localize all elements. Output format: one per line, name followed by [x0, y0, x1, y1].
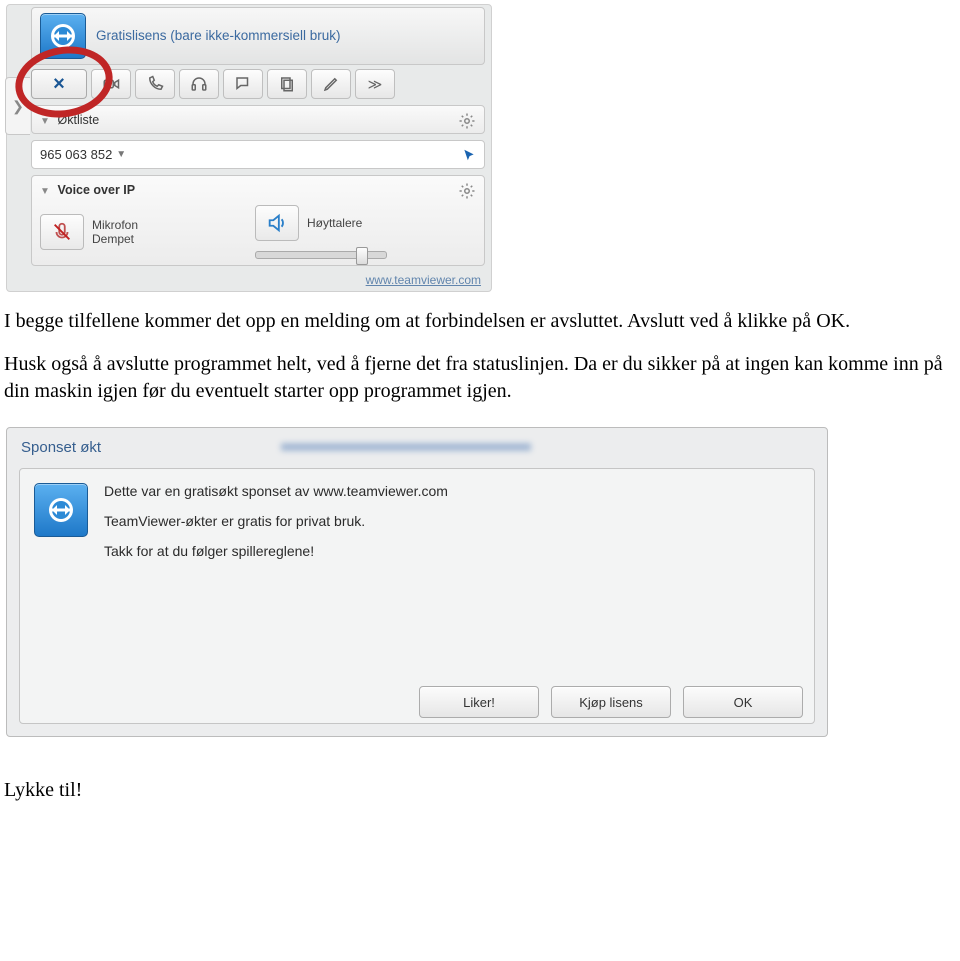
whiteboard-button[interactable] [311, 69, 351, 99]
buy-license-button[interactable]: Kjøp lisens [551, 686, 671, 718]
like-button[interactable]: Liker! [419, 686, 539, 718]
dialog-line-2: TeamViewer-økter er gratis for privat br… [104, 513, 448, 529]
session-toolbar: × [31, 69, 485, 99]
dialog-line-1: Dette var en gratisøkt sponset av www.te… [104, 483, 448, 499]
teamviewer-logo-icon [34, 483, 88, 537]
doc-paragraph-1: I begge tilfellene kommer det opp en mel… [4, 308, 948, 335]
expand-handle[interactable]: ❯ [5, 77, 30, 135]
dialog-header: Sponset økt [7, 428, 827, 462]
license-header-text: Gratislisens (bare ikke-kommersiell bruk… [96, 28, 341, 44]
close-session-button[interactable]: × [31, 69, 87, 99]
more-icon: ≫ [368, 76, 383, 93]
call-button[interactable] [135, 69, 175, 99]
slider-knob[interactable] [356, 247, 368, 265]
video-icon [102, 75, 120, 93]
conference-button[interactable] [179, 69, 219, 99]
gear-icon[interactable] [458, 112, 476, 133]
speaker-label: Høyttalere [307, 216, 362, 230]
mic-label: Mikrofon [92, 218, 138, 232]
speaker-volume-slider[interactable] [255, 251, 387, 259]
pencil-icon [322, 75, 340, 93]
teamviewer-link[interactable]: www.teamviewer.com [366, 273, 481, 287]
ok-button[interactable]: OK [683, 686, 803, 718]
doc-paragraph-2: Husk også å avslutte programmet helt, ve… [4, 351, 948, 405]
filetransfer-button[interactable] [267, 69, 307, 99]
chat-icon [234, 75, 252, 93]
close-icon: × [53, 73, 65, 96]
mic-status: Dempet [92, 232, 138, 246]
session-list-section: ▼ Øktliste [31, 105, 485, 134]
files-icon [278, 75, 296, 93]
session-list-title: Øktliste [58, 113, 100, 127]
session-id-row[interactable]: 965 063 852 ▼ [31, 140, 485, 169]
session-id-value: 965 063 852 [40, 147, 112, 162]
blurred-header-text [281, 436, 531, 458]
panel-header: Gratislisens (bare ikke-kommersiell bruk… [31, 7, 485, 65]
teamviewer-session-panel: ❯ Gratislisens (bare ikke-kommersiell br… [6, 4, 492, 292]
chevron-down-icon: ▼ [40, 116, 50, 127]
speaker-icon [266, 212, 288, 234]
sponsored-session-dialog: Sponset økt Dette var en gratisøkt spons… [6, 427, 828, 737]
teamviewer-logo-icon [40, 13, 86, 59]
doc-closing-line: Lykke til! [4, 777, 948, 804]
chevron-right-icon: ❯ [12, 98, 24, 115]
chat-button[interactable] [223, 69, 263, 99]
gear-icon[interactable] [458, 182, 476, 203]
phone-icon [146, 75, 164, 93]
headset-icon [190, 75, 208, 93]
speaker-toggle-button[interactable] [255, 205, 299, 241]
chevron-down-icon: ▼ [40, 186, 50, 197]
voip-section: ▼ Voice over IP Mikrofon Dempet [31, 175, 485, 266]
mic-muted-icon [51, 221, 73, 243]
dialog-line-3: Takk for at du følger spillereglene! [104, 543, 448, 559]
more-button[interactable]: ≫ [355, 69, 395, 99]
dropdown-arrow-icon: ▼ [116, 149, 126, 160]
microphone-toggle-button[interactable] [40, 214, 84, 250]
voip-title: Voice over IP [58, 183, 136, 197]
cursor-icon [462, 148, 476, 165]
dialog-title: Sponset økt [21, 439, 101, 456]
video-button[interactable] [91, 69, 131, 99]
